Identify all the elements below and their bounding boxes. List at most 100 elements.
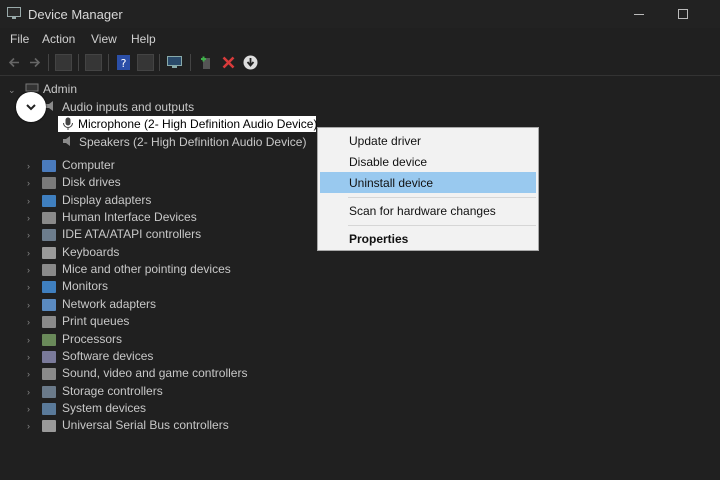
tree-device-speakers[interactable]: Speakers (2- High Definition Audio Devic…	[79, 135, 306, 149]
tree-category-row[interactable]: › Processors	[0, 332, 300, 349]
expand-arrow-icon[interactable]: ›	[27, 266, 35, 275]
tree-category-row[interactable]: › Human Interface Devices	[0, 210, 300, 227]
chevron-down-icon	[26, 104, 36, 111]
tree-category-label: Monitors	[62, 279, 109, 293]
svg-text:?: ?	[121, 57, 127, 70]
menu-item-disable-device[interactable]: Disable device	[318, 151, 538, 172]
expand-arrow-icon[interactable]: ›	[27, 214, 35, 223]
menu-help[interactable]: Help	[131, 32, 156, 46]
tree-category-label: Display adapters	[62, 193, 152, 207]
device-category-icon	[42, 177, 56, 189]
expand-arrow-icon[interactable]: ›	[27, 197, 35, 206]
tree-root-label[interactable]: Admin	[43, 82, 77, 96]
tree-category-row[interactable]: › Software devices	[0, 349, 300, 366]
microphone-icon	[63, 117, 73, 130]
device-category-icon	[42, 247, 56, 259]
toolbar-separator	[190, 54, 191, 71]
tree-category-row[interactable]: › Sound, video and game controllers	[0, 366, 300, 383]
menu-item-scan-hardware[interactable]: Scan for hardware changes	[318, 200, 538, 221]
tree-category-label: Keyboards	[62, 245, 120, 259]
tree-category-row[interactable]: › System devices	[0, 401, 300, 418]
tree-category-row[interactable]: › Display adapters	[0, 193, 300, 210]
tree-category-label: Storage controllers	[62, 384, 163, 398]
view-icon[interactable]	[137, 54, 154, 71]
minimize-button[interactable]	[628, 4, 650, 24]
toolbar-separator	[48, 54, 49, 71]
expand-arrow-icon[interactable]: ›	[27, 179, 35, 188]
tree-category-label: System devices	[62, 401, 147, 415]
expand-arrow-icon[interactable]: ›	[27, 353, 35, 362]
menu-bar: File Action View Help	[0, 28, 720, 50]
tree-category-label: IDE ATA/ATAPI controllers	[62, 227, 202, 241]
title-bar: Device Manager	[0, 0, 720, 28]
expand-arrow-icon[interactable]: ›	[27, 388, 35, 397]
toolbar-separator	[159, 54, 160, 71]
tree-category-label: Sound, video and game controllers	[62, 366, 248, 380]
add-driver-icon[interactable]	[198, 54, 215, 71]
menu-file[interactable]: File	[10, 32, 29, 46]
tree-category-row[interactable]: › Disk drives	[0, 175, 300, 192]
device-category-icon	[42, 368, 56, 380]
tree-category-label: Processors	[62, 332, 123, 346]
expand-arrow-icon[interactable]: ›	[27, 283, 35, 292]
tree-category-row[interactable]: › Computer	[0, 158, 300, 175]
expand-arrow-icon[interactable]: ›	[27, 318, 35, 327]
expand-arrow-icon[interactable]: ›	[27, 422, 35, 431]
device-category-icon	[42, 212, 56, 224]
tree-device-microphone-selected[interactable]: Microphone (2- High Definition Audio Dev…	[58, 116, 317, 132]
device-category-icon	[42, 403, 56, 415]
tree-category-row[interactable]: › Storage controllers	[0, 384, 300, 401]
maximize-button[interactable]	[672, 4, 694, 24]
menu-separator	[348, 225, 536, 226]
device-category-icon	[42, 299, 56, 311]
device-category-icon	[42, 351, 56, 363]
tree-category-label: Disk drives	[62, 175, 121, 189]
device-category-icon	[42, 281, 56, 293]
menu-item-uninstall-device[interactable]: Uninstall device	[320, 172, 536, 193]
window-title: Device Manager	[28, 7, 123, 22]
root-collapse-arrow[interactable]: ⌄	[8, 86, 16, 95]
tree-category-label: Human Interface Devices	[62, 210, 197, 224]
device-category-icon	[42, 420, 56, 432]
tree-category-label: Network adapters	[62, 297, 157, 311]
expand-arrow-icon[interactable]: ›	[27, 336, 35, 345]
expand-arrow-icon[interactable]: ›	[27, 249, 35, 258]
expand-arrow-icon[interactable]: ›	[27, 231, 35, 240]
back-arrow-icon[interactable]	[6, 54, 23, 71]
tree-category-row[interactable]: › Monitors	[0, 279, 300, 296]
expand-arrow-icon[interactable]: ›	[27, 301, 35, 310]
device-category-icon	[42, 160, 56, 172]
expand-arrow-icon[interactable]: ›	[27, 370, 35, 379]
device-manager-icon	[7, 7, 21, 19]
properties-icon[interactable]	[85, 54, 102, 71]
toolbar-separator	[78, 54, 79, 71]
tree-category-row[interactable]: › Network adapters	[0, 297, 300, 314]
device-category-icon	[42, 316, 56, 328]
toolbar: ?	[0, 51, 720, 75]
device-category-icon	[42, 386, 56, 398]
expand-arrow-icon[interactable]: ›	[27, 405, 35, 414]
tree-category-row[interactable]: › Keyboards	[0, 245, 300, 262]
menu-item-properties[interactable]: Properties	[318, 228, 538, 249]
forward-arrow-icon[interactable]	[26, 54, 43, 71]
tree-category-audio[interactable]: Audio inputs and outputs	[62, 100, 194, 114]
speaker-icon	[63, 136, 70, 146]
expand-arrow-icon[interactable]: ›	[27, 162, 35, 171]
menu-action[interactable]: Action	[42, 32, 75, 46]
tree-category-row[interactable]: › IDE ATA/ATAPI controllers	[0, 227, 300, 244]
device-category-icon	[42, 229, 56, 241]
show-hide-tree-icon[interactable]	[55, 54, 72, 71]
device-category-icon	[42, 264, 56, 276]
menu-view[interactable]: View	[91, 32, 117, 46]
tree-category-label: Print queues	[62, 314, 130, 328]
collapse-button[interactable]	[16, 92, 46, 122]
tree-category-row[interactable]: › Universal Serial Bus controllers	[0, 418, 300, 435]
context-menu: Update driver Disable device Uninstall d…	[317, 127, 539, 251]
monitor-icon[interactable]	[166, 54, 183, 71]
download-circle-icon[interactable]	[242, 54, 259, 71]
red-x-icon[interactable]	[220, 54, 237, 71]
tree-category-row[interactable]: › Print queues	[0, 314, 300, 331]
help-icon[interactable]: ?	[115, 54, 132, 71]
menu-item-update-driver[interactable]: Update driver	[318, 130, 538, 151]
tree-category-row[interactable]: › Mice and other pointing devices	[0, 262, 300, 279]
